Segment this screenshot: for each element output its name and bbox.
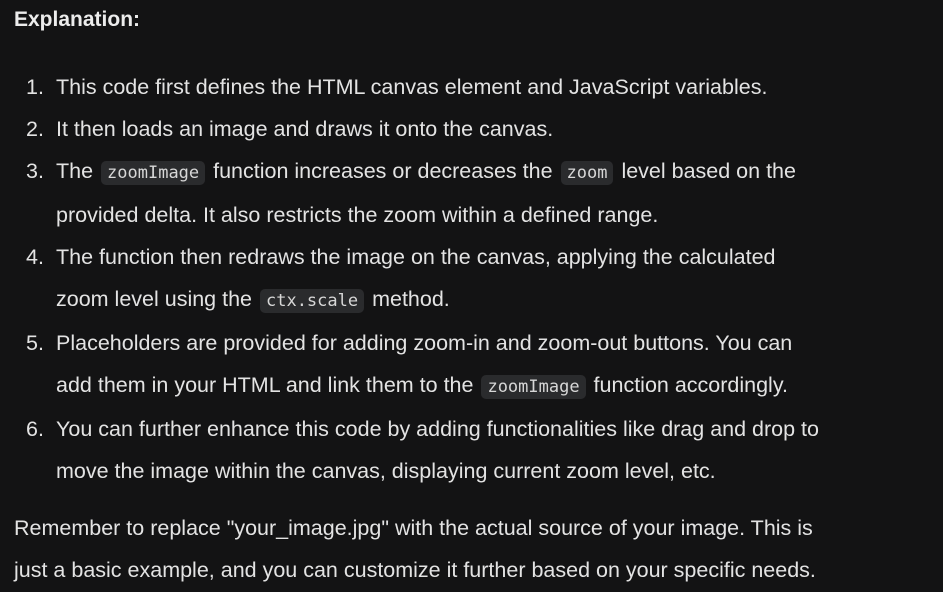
step-number: 4. (26, 245, 44, 269)
step-line: provided delta. It also restricts the zo… (56, 203, 659, 227)
explanation-step: 2. It then loads an image and draws it on… (14, 108, 943, 150)
step-number: 5. (26, 331, 44, 355)
closing-line: just a basic example, and you can custom… (14, 558, 816, 582)
step-number: 3. (26, 159, 44, 183)
step-line: The function then redraws the image on t… (56, 245, 776, 269)
section-heading: Explanation: (14, 8, 141, 31)
closing-paragraph: Remember to replace "your_image.jpg" wit… (14, 507, 816, 591)
step-number: 2. (26, 117, 44, 141)
inline-code: zoomImage (101, 161, 206, 185)
explanation-step: 4. The function then redraws the image on… (14, 236, 943, 322)
step-number: 6. (26, 417, 44, 441)
step-line: add them in your HTML and link them to t… (56, 373, 788, 399)
closing-line: Remember to replace "your_image.jpg" wit… (14, 516, 813, 540)
step-line: zoom level using the ctx.scale method. (56, 287, 450, 313)
inline-code: zoomImage (481, 375, 586, 399)
step-line: The zoomImage function increases or decr… (56, 159, 796, 185)
step-line: Placeholders are provided for adding zoo… (56, 331, 793, 355)
explanation-step: 6. You can further enhance this code by a… (14, 408, 943, 492)
step-line: move the image within the canvas, displa… (56, 459, 716, 483)
step-line: This code first defines the HTML canvas … (56, 75, 768, 99)
explanation-steps-list: 1. This code first defines the HTML canva… (14, 66, 943, 492)
inline-code: zoom (560, 161, 614, 185)
step-line: You can further enhance this code by add… (56, 417, 819, 441)
explanation-step: 5. Placeholders are provided for adding z… (14, 322, 943, 408)
explanation-step: 3. The zoomImage function increases or de… (14, 150, 943, 236)
step-number: 1. (26, 75, 44, 99)
inline-code: ctx.scale (259, 289, 365, 313)
step-line: It then loads an image and draws it onto… (56, 117, 554, 141)
explanation-step: 1. This code first defines the HTML canva… (14, 66, 943, 108)
